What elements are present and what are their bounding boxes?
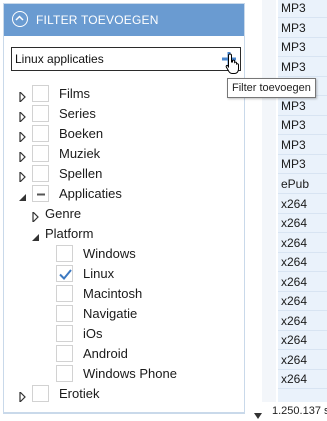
tree-item-label: Boeken bbox=[59, 126, 104, 141]
tree-item-label: Erotiek bbox=[59, 386, 100, 401]
tree-item[interactable]: iOs bbox=[4, 324, 244, 344]
list-item[interactable]: ePub bbox=[278, 175, 327, 194]
indeterminate-checkbox[interactable] bbox=[32, 185, 49, 202]
filter-checkbox[interactable] bbox=[32, 85, 49, 102]
expand-arrow-icon[interactable] bbox=[18, 109, 28, 124]
tree-item-label: Macintosh bbox=[83, 286, 143, 301]
filter-checkbox[interactable] bbox=[56, 345, 73, 362]
expand-arrow-icon[interactable] bbox=[18, 149, 28, 164]
filter-checkbox[interactable] bbox=[32, 125, 49, 142]
list-item[interactable]: x264 bbox=[278, 331, 327, 351]
tree-item[interactable]: Films bbox=[4, 84, 244, 104]
tree-item[interactable]: Linux bbox=[4, 264, 244, 284]
list-item[interactable]: x264 bbox=[278, 312, 327, 331]
filter-panel: FILTER TOEVOEGEN Films Series Boeken Muziek… bbox=[3, 3, 245, 413]
list-item[interactable]: MP3 bbox=[278, 155, 327, 175]
tree-item-label: Applicaties bbox=[59, 186, 122, 201]
tree-item[interactable]: Macintosh bbox=[4, 284, 244, 304]
list-item[interactable]: x264 bbox=[278, 195, 327, 214]
tree-item-label: Linux bbox=[83, 266, 115, 281]
expand-arrow-icon[interactable] bbox=[18, 89, 28, 104]
tree-item[interactable]: Muziek bbox=[4, 144, 244, 164]
tree-item[interactable]: Windows Phone bbox=[4, 364, 244, 384]
tree-item-label: Platform bbox=[45, 226, 94, 241]
expand-arrow-icon[interactable] bbox=[31, 209, 41, 224]
tree-item[interactable]: Platform bbox=[4, 224, 244, 244]
tree-item-label: Muziek bbox=[59, 146, 101, 161]
tree-item[interactable]: Genre bbox=[4, 204, 244, 224]
list-item[interactable]: MP3 bbox=[278, 97, 327, 116]
list-item[interactable]: x264 bbox=[278, 234, 327, 253]
tree-item[interactable]: Boeken bbox=[4, 124, 244, 144]
list-item[interactable]: MP3 bbox=[278, 136, 327, 155]
filter-panel-header[interactable]: FILTER TOEVOEGEN bbox=[4, 4, 244, 36]
filter-checkbox[interactable] bbox=[56, 305, 73, 322]
filter-search-box[interactable] bbox=[11, 47, 241, 71]
filter-checkbox[interactable] bbox=[56, 285, 73, 302]
tree-item-label: Windows Phone bbox=[83, 366, 177, 381]
tree-item-label: Series bbox=[59, 106, 96, 121]
list-item[interactable]: MP3 bbox=[278, 38, 327, 58]
expand-arrow-icon[interactable] bbox=[18, 129, 28, 144]
results-format-list: MP3MP3MP3MP3MP3MP3MP3MP3MP3ePubx264x264x… bbox=[278, 0, 327, 402]
tree-item-label: Navigatie bbox=[83, 306, 138, 321]
tree-item[interactable]: Android bbox=[4, 344, 244, 364]
filter-checkbox[interactable] bbox=[32, 385, 49, 402]
tree-item[interactable]: Applicaties bbox=[4, 184, 244, 204]
list-item[interactable]: x264 bbox=[278, 292, 327, 312]
tree-item-label: Android bbox=[83, 346, 128, 361]
list-item[interactable]: x264 bbox=[278, 253, 327, 273]
filter-checkbox[interactable] bbox=[56, 245, 73, 262]
tree-item-label: iOs bbox=[83, 326, 103, 341]
list-item[interactable]: x264 bbox=[278, 273, 327, 292]
list-item[interactable]: MP3 bbox=[278, 0, 327, 18]
add-filter-tooltip: Filter toevoegen bbox=[227, 78, 316, 98]
expand-arrow-icon[interactable] bbox=[18, 169, 28, 184]
checkmark-icon[interactable] bbox=[56, 265, 73, 282]
hand-cursor-icon bbox=[225, 53, 241, 75]
tree-item-label: Windows bbox=[83, 246, 136, 261]
filter-checkbox[interactable] bbox=[32, 145, 49, 162]
panel-border bbox=[3, 413, 245, 414]
tree-item[interactable]: Series bbox=[4, 104, 244, 124]
filter-search-input[interactable] bbox=[15, 51, 210, 67]
tree-item-label: Genre bbox=[45, 206, 82, 221]
tree-item[interactable]: Windows bbox=[4, 244, 244, 264]
filter-checkbox[interactable] bbox=[32, 105, 49, 122]
collapse-arrow-icon[interactable] bbox=[18, 189, 28, 201]
tree-item[interactable]: Spellen bbox=[4, 164, 244, 184]
panel-title: FILTER TOEVOEGEN bbox=[36, 13, 159, 27]
down-arrow-icon[interactable] bbox=[254, 406, 262, 419]
list-item[interactable]: MP3 bbox=[278, 58, 327, 77]
filter-window: MP3MP3MP3MP3MP3MP3MP3MP3MP3ePubx264x264x… bbox=[0, 0, 327, 421]
filter-checkbox[interactable] bbox=[56, 365, 73, 382]
filter-checkbox[interactable] bbox=[32, 165, 49, 182]
expand-arrow-icon[interactable] bbox=[18, 389, 28, 404]
collapse-arrow-icon[interactable] bbox=[31, 229, 41, 241]
list-item[interactable]: MP3 bbox=[278, 116, 327, 136]
tree-item-label: Films bbox=[59, 86, 91, 101]
list-item[interactable]: x264 bbox=[278, 370, 327, 390]
list-item[interactable]: MP3 bbox=[278, 19, 327, 38]
status-count: 1.250.137 s bbox=[272, 405, 327, 417]
list-item[interactable]: x264 bbox=[278, 351, 327, 370]
list-item[interactable]: x264 bbox=[278, 214, 327, 234]
tree-item[interactable]: Erotiek bbox=[4, 384, 244, 404]
tree-item[interactable]: Navigatie bbox=[4, 304, 244, 324]
tree-item-label: Spellen bbox=[59, 166, 103, 181]
scroll-strip[interactable] bbox=[262, 0, 276, 402]
chevron-up-circle-icon[interactable] bbox=[12, 11, 28, 27]
filter-checkbox[interactable] bbox=[56, 325, 73, 342]
